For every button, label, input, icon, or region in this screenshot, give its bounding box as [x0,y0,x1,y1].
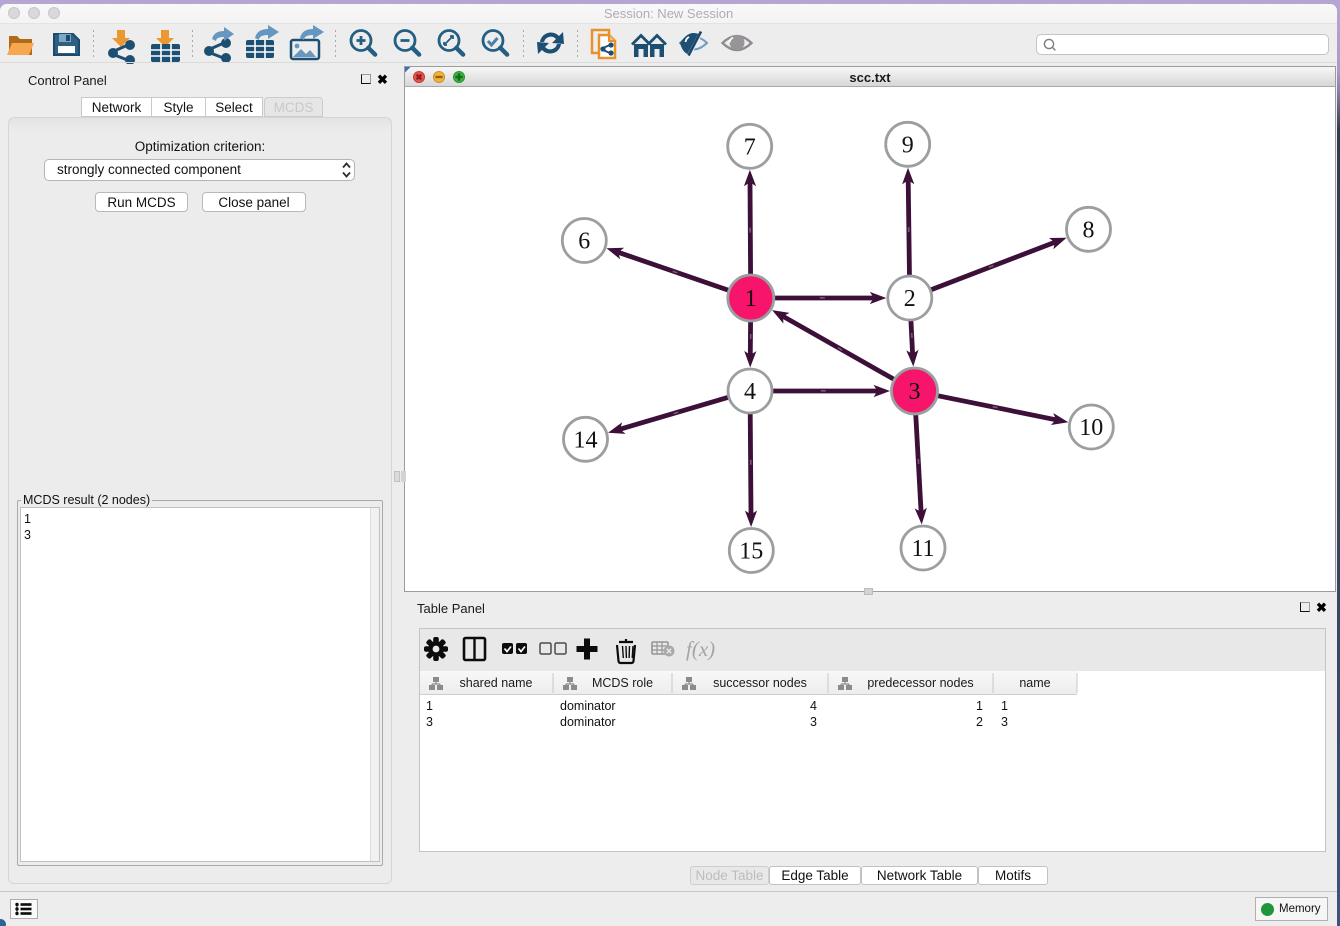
svg-text:11: 11 [911,536,934,562]
svg-text:3: 3 [909,379,921,405]
svg-text:4: 4 [744,379,756,405]
svg-text:10: 10 [1079,415,1103,441]
svg-text:2: 2 [904,286,916,312]
svg-text:14: 14 [574,427,598,453]
svg-text:15: 15 [739,539,763,565]
svg-text:8: 8 [1083,217,1095,243]
svg-text:7: 7 [744,134,756,160]
svg-text:f(x): f(x) [686,637,715,661]
svg-text:6: 6 [578,229,590,255]
svg-text:9: 9 [902,132,914,158]
svg-text:1: 1 [745,286,757,312]
